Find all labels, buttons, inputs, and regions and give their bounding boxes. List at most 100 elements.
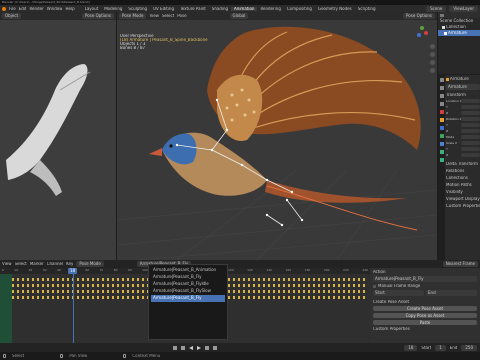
- axis-x-icon[interactable]: [424, 31, 428, 35]
- blender-logo-icon[interactable]: [2, 6, 6, 11]
- tab-geometry-nodes[interactable]: Geometry Nodes: [315, 7, 355, 11]
- tool-tab-icon[interactable]: [439, 78, 444, 82]
- keyframe-row[interactable]: [12, 284, 148, 287]
- menu-pose[interactable]: Pose: [177, 14, 186, 18]
- left-viewport[interactable]: Object Pose Options: [0, 12, 116, 260]
- keyframe-row[interactable]: [12, 278, 148, 281]
- prev-keyframe-icon[interactable]: [181, 345, 185, 350]
- copy-pose-button[interactable]: Copy Pose as Asset: [373, 313, 477, 318]
- jump-end-icon[interactable]: [213, 345, 217, 350]
- scene-selector[interactable]: Scene: [426, 5, 447, 12]
- section-collections[interactable]: Collections: [446, 176, 480, 180]
- panel-action-field[interactable]: Armature|Peasant_B_Fly: [373, 276, 477, 282]
- pose-section-header[interactable]: Create Pose Asset: [373, 300, 477, 304]
- camera-icon[interactable]: [430, 60, 435, 65]
- nearest-frame-dropdown[interactable]: Nearest Frame: [442, 261, 478, 267]
- keyframe-row[interactable]: [12, 296, 148, 299]
- tab-compositing[interactable]: Compositing: [284, 7, 315, 11]
- action-item-selected[interactable]: Armature|Peasant_B_Fly: [151, 295, 225, 302]
- zoom-icon[interactable]: [430, 44, 435, 49]
- range-end-field[interactable]: End: [426, 290, 477, 296]
- tab-rendering[interactable]: Rendering: [257, 7, 283, 11]
- object-tab-icon[interactable]: [439, 118, 444, 122]
- scale-z-field[interactable]: [461, 153, 480, 157]
- timeline-menu-channel[interactable]: Channel: [47, 262, 63, 266]
- rotation-mode-field[interactable]: [461, 135, 480, 139]
- menu-help[interactable]: Help: [65, 7, 74, 11]
- outliner-item-armature[interactable]: Armature: [438, 30, 480, 36]
- menu-view[interactable]: View: [149, 14, 159, 18]
- grid-icon[interactable]: [430, 68, 435, 73]
- transform-orientation[interactable]: Global: [229, 13, 249, 19]
- left-viewport-options[interactable]: Pose Options: [82, 13, 114, 19]
- section-viewport-display[interactable]: Viewport Display: [446, 197, 480, 201]
- world-tab-icon[interactable]: [439, 110, 444, 114]
- rotation-z-field[interactable]: [461, 129, 480, 133]
- view-layer-selector[interactable]: ViewLayer: [449, 5, 478, 12]
- main-viewport[interactable]: Pose Mode View Select Pose Global Pose O…: [117, 12, 437, 260]
- bone-tab-icon[interactable]: [439, 158, 444, 162]
- play-reverse-icon[interactable]: [189, 345, 193, 350]
- action-item[interactable]: Armature|Peasant_B_FlySlow: [151, 288, 225, 295]
- tab-sculpting[interactable]: Sculpting: [125, 7, 150, 11]
- section-motion-paths[interactable]: Motion Paths: [446, 183, 480, 187]
- section-custom-properties[interactable]: Custom Properties: [446, 204, 480, 208]
- tab-animation[interactable]: Animation: [231, 6, 258, 11]
- menu-render[interactable]: Render: [29, 7, 43, 11]
- end-frame-field[interactable]: 250: [461, 344, 477, 351]
- custom-properties-section[interactable]: Custom Properties: [373, 327, 477, 331]
- tab-uv-editing[interactable]: UV Editing: [150, 7, 177, 11]
- pose-mode-dropdown[interactable]: Pose Mode: [119, 13, 147, 19]
- next-keyframe-icon[interactable]: [205, 345, 209, 350]
- timeline-menu-select[interactable]: Select: [15, 262, 27, 266]
- physics-tab-icon[interactable]: [439, 134, 444, 138]
- timeline-menu-marker[interactable]: Marker: [30, 262, 44, 266]
- modifier-tab-icon[interactable]: [439, 126, 444, 130]
- menu-edit[interactable]: Edit: [19, 7, 27, 11]
- tab-texture-paint[interactable]: Texture Paint: [177, 7, 209, 11]
- tab-modeling[interactable]: Modeling: [101, 7, 125, 11]
- axis-y-icon[interactable]: [420, 26, 424, 30]
- start-frame-field[interactable]: 1: [435, 344, 446, 351]
- menu-window[interactable]: Window: [47, 7, 63, 11]
- tab-scripting[interactable]: Scripting: [355, 7, 379, 11]
- rotation-y-field[interactable]: [461, 123, 480, 127]
- scene-tab-icon[interactable]: [439, 102, 444, 106]
- render-tab-icon[interactable]: [439, 86, 444, 90]
- pose-options[interactable]: Pose Options: [403, 13, 435, 19]
- jump-start-icon[interactable]: [173, 345, 177, 350]
- timeline-mode[interactable]: Pose Mode: [76, 261, 104, 267]
- data-tab-icon[interactable]: [439, 150, 444, 154]
- scale-x-field[interactable]: [461, 141, 480, 145]
- action-item[interactable]: Armature|Peasant_B_Fly: [151, 274, 225, 281]
- navigation-gizmo[interactable]: [415, 26, 429, 40]
- section-transform[interactable]: Transform: [446, 93, 480, 97]
- keyframe-row[interactable]: [228, 290, 368, 293]
- keyframe-row[interactable]: [12, 290, 148, 293]
- menu-file[interactable]: File: [9, 7, 16, 11]
- keyframe-row[interactable]: [228, 296, 368, 299]
- menu-select[interactable]: Select: [162, 14, 174, 18]
- tab-shading[interactable]: Shading: [209, 7, 231, 11]
- action-item[interactable]: Armature|Peasant_B_FlyIdle: [151, 281, 225, 288]
- manual-range-checkbox[interactable]: [373, 284, 376, 288]
- location-z-field[interactable]: [461, 111, 480, 115]
- timeline-menu-key[interactable]: Key: [66, 262, 73, 266]
- current-frame-field[interactable]: 18: [404, 344, 418, 351]
- tab-layout[interactable]: Layout: [82, 7, 102, 11]
- timeline-menu-view[interactable]: View: [2, 262, 12, 266]
- section-visibility[interactable]: Visibility: [446, 190, 480, 194]
- play-icon[interactable]: [197, 345, 201, 350]
- location-y-field[interactable]: [461, 105, 480, 109]
- paste-pose-button[interactable]: Paste: [373, 320, 477, 325]
- keyframe-row[interactable]: [228, 278, 368, 281]
- pan-icon[interactable]: [430, 52, 435, 57]
- rotation-x-field[interactable]: [461, 117, 480, 121]
- axis-z-icon[interactable]: [417, 33, 421, 37]
- constraint-tab-icon[interactable]: [439, 142, 444, 146]
- outliner-filter-icon[interactable]: [440, 13, 444, 17]
- left-viewport-mode[interactable]: Object: [2, 13, 22, 19]
- create-pose-button[interactable]: Create Pose Asset: [373, 306, 477, 311]
- action-item[interactable]: Armature|Peasant_B_Animation: [151, 267, 225, 274]
- scale-y-field[interactable]: [461, 147, 480, 151]
